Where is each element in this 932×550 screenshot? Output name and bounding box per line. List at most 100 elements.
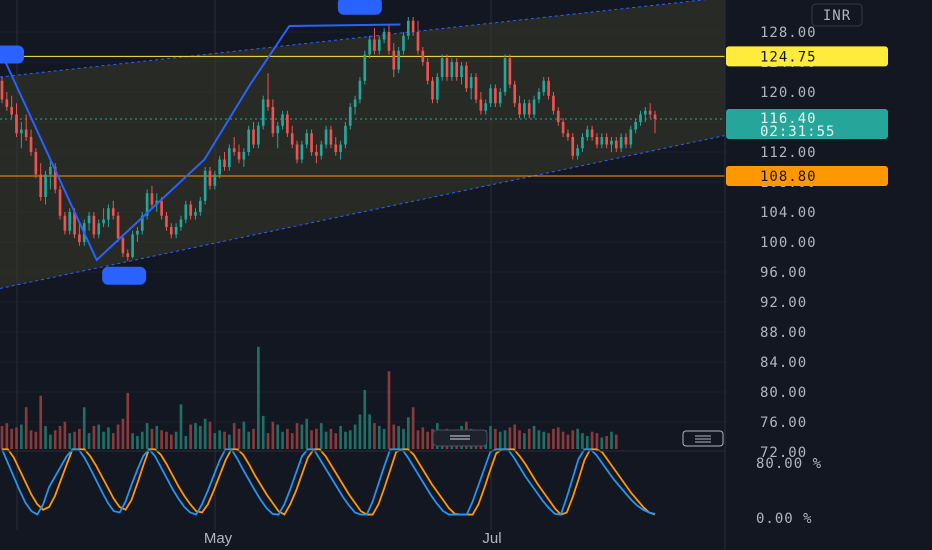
volume-bar	[576, 428, 579, 449]
candle-body	[523, 103, 526, 115]
price-chart[interactable]: 128.00124.00120.00116.00112.00108.00104.…	[0, 0, 932, 550]
candle-body	[334, 144, 338, 152]
candle-body	[639, 114, 642, 122]
volume-bar	[213, 433, 217, 449]
candle-body	[595, 137, 599, 145]
volume-bar	[174, 431, 178, 449]
volume-bar	[373, 423, 376, 449]
candle-body	[247, 129, 251, 152]
candle-body	[184, 204, 188, 220]
time-label: May	[204, 530, 233, 547]
candle-body	[498, 92, 502, 104]
candle-body	[653, 114, 657, 119]
volume-bar	[518, 430, 521, 449]
volume-bar	[397, 425, 400, 449]
candle-body	[513, 84, 517, 104]
candle-body	[629, 129, 633, 145]
volume-bar	[527, 428, 531, 449]
candle-body	[266, 99, 270, 107]
volume-bar	[523, 433, 526, 449]
candle-body	[576, 148, 579, 156]
volume-bar	[82, 407, 86, 449]
volume-bar	[537, 430, 541, 449]
volume-bar	[556, 427, 560, 449]
candle-body	[348, 107, 352, 126]
candle-body	[237, 152, 241, 160]
candle-body	[619, 137, 623, 149]
candle-body	[261, 99, 265, 126]
volume-bar	[310, 430, 313, 449]
candle-body	[474, 77, 478, 100]
volume-bar	[24, 407, 28, 449]
candle-body	[353, 99, 357, 107]
price-tick-label: 84.00	[760, 355, 807, 371]
volume-bar	[329, 428, 333, 449]
candle-body	[373, 39, 376, 51]
price-tick-label: 112.00	[760, 145, 817, 161]
candle-body	[78, 234, 81, 242]
candle-body	[257, 125, 260, 145]
candle-body	[552, 95, 555, 111]
volume-bar	[237, 428, 241, 449]
candle-body	[5, 99, 9, 107]
candle-body	[39, 174, 43, 197]
volume-bar	[63, 421, 67, 449]
volume-bar	[571, 430, 575, 449]
candle-body	[126, 253, 130, 257]
candle-body	[406, 20, 410, 36]
candle-body	[15, 114, 18, 134]
volume-bar	[319, 423, 323, 449]
volume-bar	[223, 431, 226, 449]
candle-body	[460, 65, 463, 77]
price-tick-label: 128.00	[760, 25, 817, 41]
volume-bar	[402, 428, 405, 449]
pane-menu-button[interactable]	[682, 430, 724, 447]
volume-bar	[281, 431, 284, 449]
volume-bar	[160, 430, 163, 449]
candle-body	[136, 230, 139, 235]
volume-bar	[73, 431, 76, 449]
volume-bar	[406, 417, 410, 449]
volume-bar	[358, 414, 362, 449]
currency-badge[interactable]: INR	[811, 3, 863, 27]
candle-body	[581, 137, 584, 149]
candle-body	[252, 129, 255, 145]
volume-bar	[189, 424, 192, 449]
volume-bar	[561, 431, 565, 449]
candle-body	[305, 133, 309, 145]
volume-bar	[334, 433, 338, 449]
candle-body	[537, 92, 541, 100]
candle-body	[566, 133, 570, 137]
price-tick-label: 100.00	[760, 235, 817, 251]
volume-bar	[107, 427, 110, 449]
candle-body	[111, 208, 115, 216]
volume-bar	[53, 430, 57, 449]
candle-body	[411, 20, 415, 32]
volume-bar	[353, 424, 357, 449]
collapse-volume-button[interactable]	[432, 429, 488, 447]
candle-body	[218, 159, 221, 175]
volume-bar	[232, 423, 236, 449]
candle-body	[174, 227, 178, 235]
candle-body	[29, 137, 33, 152]
volume-bar	[421, 427, 425, 449]
candle-body	[600, 137, 604, 145]
volume-bar	[489, 425, 492, 449]
candle-body	[489, 88, 492, 104]
volume-bar	[29, 430, 33, 449]
volume-bar	[348, 430, 352, 449]
volume-bar	[228, 434, 231, 449]
volume-bar	[387, 371, 391, 449]
pivot-marker-0	[0, 45, 24, 64]
candle-body	[561, 122, 565, 134]
candle-body	[68, 212, 72, 231]
candle-body	[590, 129, 594, 137]
candle-body	[571, 137, 575, 156]
candle-body	[223, 159, 226, 167]
price-tick-label: 76.00	[760, 415, 807, 431]
volume-bar	[610, 431, 613, 449]
volume-bar	[290, 433, 294, 449]
volume-bar	[508, 427, 512, 449]
candle-body	[281, 114, 284, 126]
candle-body	[315, 152, 318, 156]
